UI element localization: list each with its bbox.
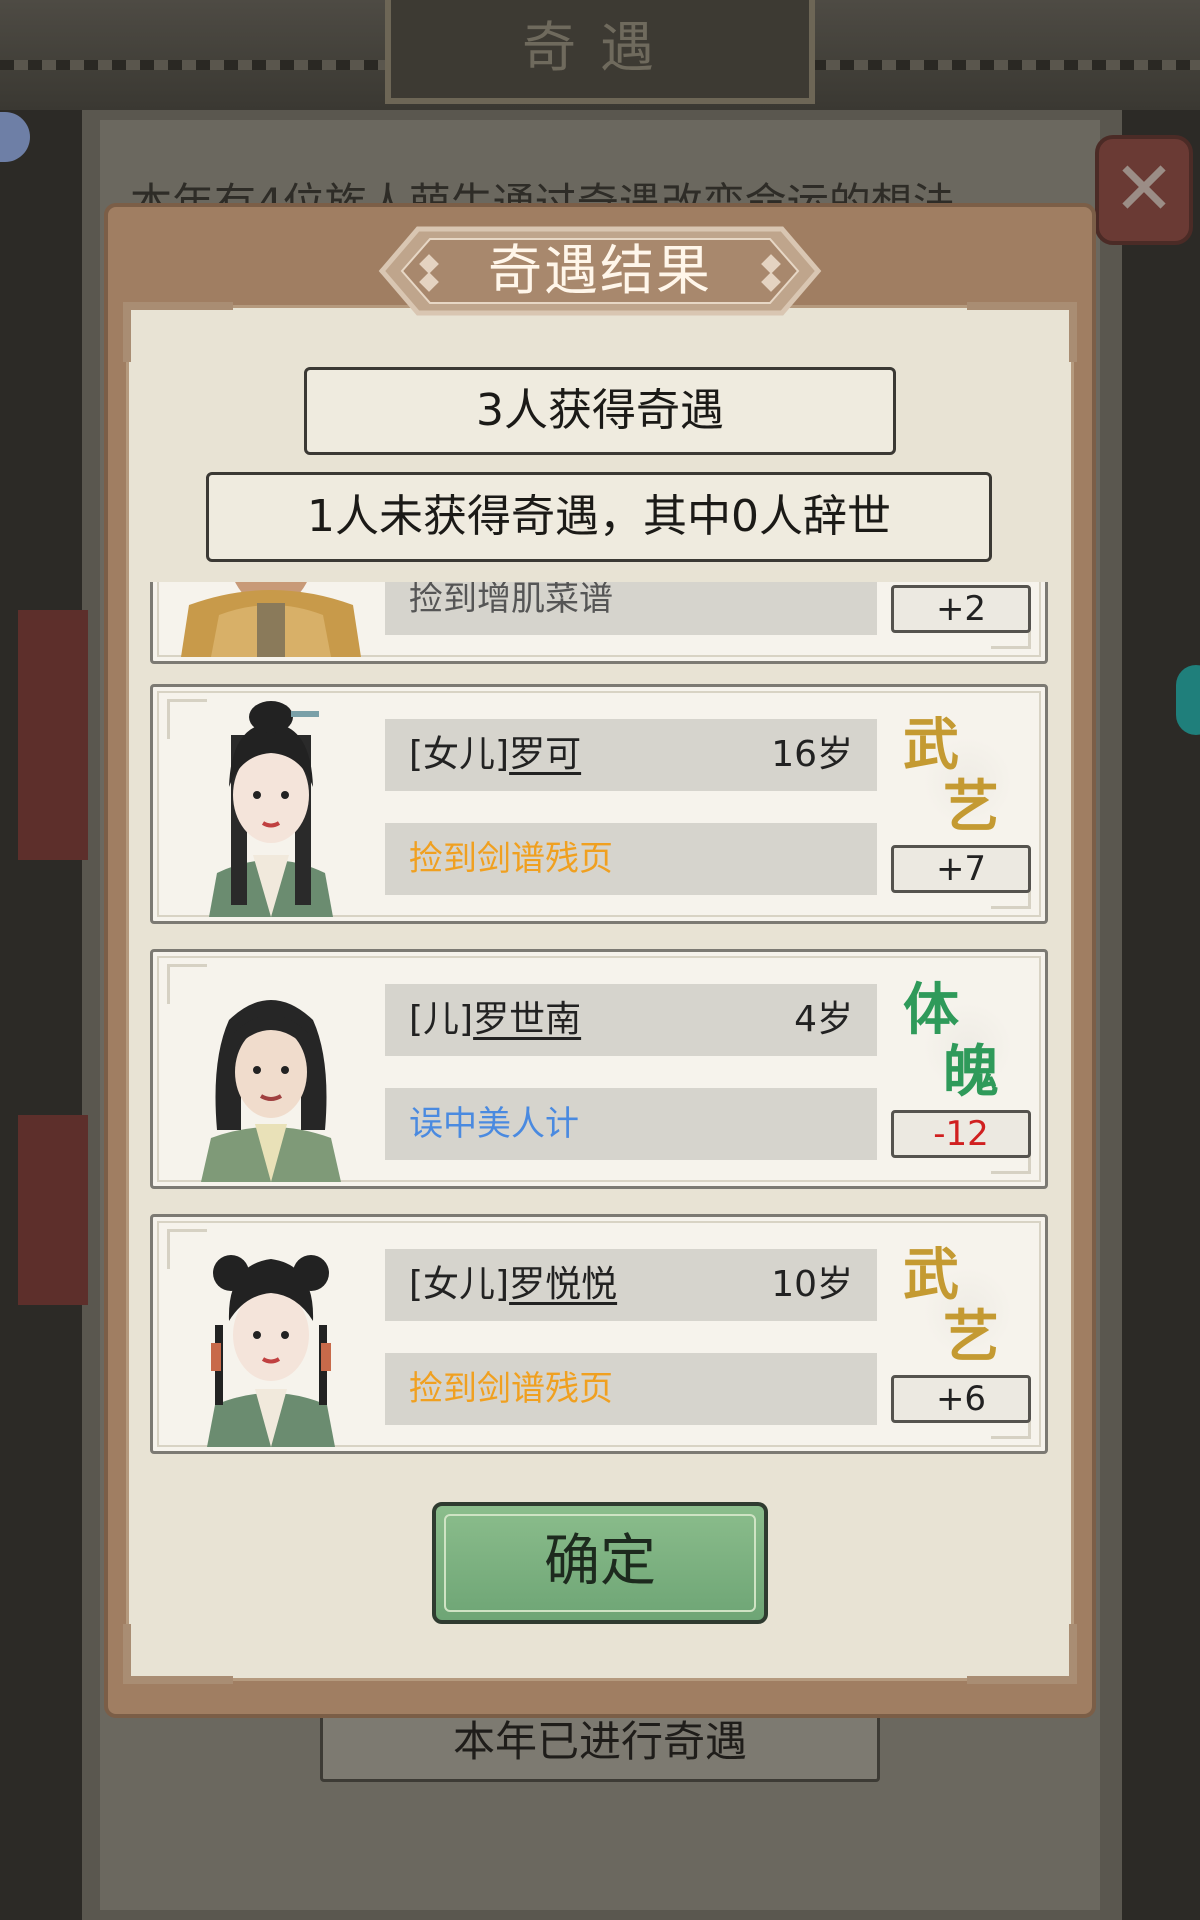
member-info-bar: [女儿]罗可 16岁: [385, 719, 877, 791]
dialog-title: 奇遇结果: [488, 239, 712, 302]
attribute-char-1: 体: [903, 977, 959, 1043]
member-age: 16岁: [771, 734, 853, 775]
confirm-button-label: 确定: [544, 1529, 656, 1594]
member-age: 10岁: [771, 1264, 853, 1305]
attribute-label: 体 魄: [903, 982, 1023, 1110]
encounter-event: 捡到剑谱残页: [385, 823, 877, 895]
attribute-label: 武 艺: [903, 1247, 1023, 1375]
avatar: [201, 1000, 341, 1182]
summary-missed: 1人未获得奇遇，其中0人辞世: [206, 472, 992, 562]
member-age: 4岁: [794, 999, 853, 1040]
attribute-delta: -12: [891, 1110, 1031, 1158]
attribute-delta: +7: [891, 845, 1031, 893]
list-item: [女儿]罗可 16岁 捡到剑谱残页 武 艺 +7: [150, 684, 1048, 924]
member-name[interactable]: 罗世南: [473, 999, 581, 1040]
encounter-event: 捡到剑谱残页: [385, 1353, 877, 1425]
attribute-delta: +2: [891, 585, 1031, 633]
dialog-title-banner: 奇遇结果: [378, 225, 822, 317]
member-relation: [女儿]: [409, 1264, 510, 1305]
close-icon[interactable]: ✕: [1095, 135, 1193, 245]
encounter-event: 捡到增肌菜谱: [385, 582, 877, 635]
attribute-delta: +6: [891, 1375, 1031, 1423]
chat-bubble-icon[interactable]: [0, 112, 30, 162]
list-item: [儿]罗世南 4岁 误中美人计 体 魄 -12: [150, 949, 1048, 1189]
attribute-char-1: 武: [903, 712, 959, 778]
encounter-event: 误中美人计: [385, 1088, 877, 1160]
corner-ornament: [967, 302, 1077, 362]
corner-ornament: [123, 302, 233, 362]
attribute-char-2: 艺: [943, 774, 999, 840]
corner-ornament: [967, 1624, 1077, 1684]
member-name[interactable]: 罗可: [509, 734, 581, 775]
list-item: 捡到增肌菜谱 +2: [150, 582, 1048, 664]
attribute-char-1: 武: [903, 1242, 959, 1308]
side-badge-icon: [1176, 665, 1200, 735]
member-info-bar: [儿]罗世南 4岁: [385, 984, 877, 1056]
avatar: [181, 582, 361, 657]
member-name[interactable]: 罗悦悦: [509, 1264, 617, 1305]
attribute-char-2: 魄: [943, 1039, 999, 1105]
background-side-tab: [18, 610, 88, 860]
attribute-char-2: 艺: [943, 1304, 999, 1370]
list-item: [女儿]罗悦悦 10岁 捡到剑谱残页 武 艺 +6: [150, 1214, 1048, 1454]
avatar: [209, 701, 333, 917]
background-title-plaque: 奇遇: [385, 0, 815, 104]
member-relation: [女儿]: [409, 734, 510, 775]
member-relation: [儿]: [409, 999, 474, 1040]
summary-gained: 3人获得奇遇: [304, 367, 896, 455]
result-list[interactable]: 捡到增肌菜谱 +2 [女儿]罗可 16岁 捡到剑谱残页 武 艺 +7 [儿]罗世…: [148, 582, 1050, 1464]
background-side-tab: [18, 1115, 88, 1305]
corner-ornament: [123, 1624, 233, 1684]
confirm-button[interactable]: 确定: [432, 1502, 768, 1624]
avatar: [207, 1255, 335, 1447]
background-title: 奇遇: [522, 16, 678, 79]
member-info-bar: [女儿]罗悦悦 10岁: [385, 1249, 877, 1321]
attribute-label: 武 艺: [903, 717, 1023, 845]
